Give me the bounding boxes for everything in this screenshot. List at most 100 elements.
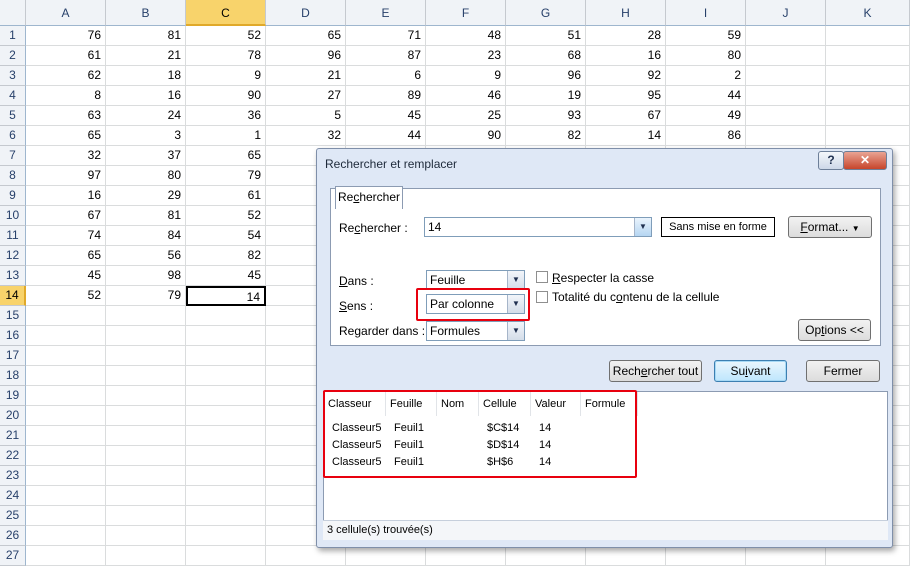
cell-a21[interactable] xyxy=(26,426,106,446)
cell-b7[interactable]: 37 xyxy=(106,146,186,166)
tab-find[interactable]: Rechercher xyxy=(335,186,403,209)
cell-c8[interactable]: 79 xyxy=(186,166,266,186)
cell-a22[interactable] xyxy=(26,446,106,466)
column-header-j[interactable]: J xyxy=(746,0,826,26)
cell-c6[interactable]: 1 xyxy=(186,126,266,146)
cell-b14[interactable]: 79 xyxy=(106,286,186,306)
cell-g5[interactable]: 93 xyxy=(506,106,586,126)
cell-a11[interactable]: 74 xyxy=(26,226,106,246)
cell-g1[interactable]: 51 xyxy=(506,26,586,46)
cell-g27[interactable] xyxy=(506,546,586,566)
cell-a5[interactable]: 63 xyxy=(26,106,106,126)
find-next-button[interactable]: Suivant xyxy=(714,360,787,382)
cell-a6[interactable]: 65 xyxy=(26,126,106,146)
row-header-23[interactable]: 23 xyxy=(0,466,26,486)
lookin-select[interactable]: Formules ▼ xyxy=(426,321,525,341)
cell-e6[interactable]: 44 xyxy=(346,126,426,146)
column-header-a[interactable]: A xyxy=(26,0,106,26)
column-header-b[interactable]: B xyxy=(106,0,186,26)
cell-a8[interactable]: 97 xyxy=(26,166,106,186)
cell-c9[interactable]: 61 xyxy=(186,186,266,206)
cell-f5[interactable]: 25 xyxy=(426,106,506,126)
cell-d5[interactable]: 5 xyxy=(266,106,346,126)
cell-h1[interactable]: 28 xyxy=(586,26,666,46)
cell-b24[interactable] xyxy=(106,486,186,506)
cell-b8[interactable]: 80 xyxy=(106,166,186,186)
cell-i1[interactable]: 59 xyxy=(666,26,746,46)
find-all-button[interactable]: Rechercher tout xyxy=(609,360,702,382)
row-header-6[interactable]: 6 xyxy=(0,126,26,146)
cell-d4[interactable]: 27 xyxy=(266,86,346,106)
cell-i2[interactable]: 80 xyxy=(666,46,746,66)
cell-b23[interactable] xyxy=(106,466,186,486)
cell-a26[interactable] xyxy=(26,526,106,546)
cell-a20[interactable] xyxy=(26,406,106,426)
match-entire-checkbox[interactable] xyxy=(536,291,548,303)
cell-e2[interactable]: 87 xyxy=(346,46,426,66)
cell-b3[interactable]: 18 xyxy=(106,66,186,86)
cell-c3[interactable]: 9 xyxy=(186,66,266,86)
cell-d1[interactable]: 65 xyxy=(266,26,346,46)
row-header-2[interactable]: 2 xyxy=(0,46,26,66)
cell-c19[interactable] xyxy=(186,386,266,406)
column-header-e[interactable]: E xyxy=(346,0,426,26)
cell-b27[interactable] xyxy=(106,546,186,566)
cell-a23[interactable] xyxy=(26,466,106,486)
cell-c27[interactable] xyxy=(186,546,266,566)
cell-i27[interactable] xyxy=(666,546,746,566)
cell-k4[interactable] xyxy=(826,86,910,106)
cell-a13[interactable]: 45 xyxy=(26,266,106,286)
cell-a2[interactable]: 61 xyxy=(26,46,106,66)
cell-e3[interactable]: 6 xyxy=(346,66,426,86)
cell-b16[interactable] xyxy=(106,326,186,346)
cell-d3[interactable]: 21 xyxy=(266,66,346,86)
cell-c14[interactable]: 14 xyxy=(186,286,266,306)
cell-a12[interactable]: 65 xyxy=(26,246,106,266)
cell-c5[interactable]: 36 xyxy=(186,106,266,126)
options-button[interactable]: Options << xyxy=(798,319,871,341)
cell-d2[interactable]: 96 xyxy=(266,46,346,66)
row-header-16[interactable]: 16 xyxy=(0,326,26,346)
cell-j5[interactable] xyxy=(746,106,826,126)
cell-f27[interactable] xyxy=(426,546,506,566)
cell-c11[interactable]: 54 xyxy=(186,226,266,246)
cell-a1[interactable]: 76 xyxy=(26,26,106,46)
row-header-14[interactable]: 14 xyxy=(0,286,26,306)
cell-c18[interactable] xyxy=(186,366,266,386)
cell-c13[interactable]: 45 xyxy=(186,266,266,286)
cell-i5[interactable]: 49 xyxy=(666,106,746,126)
cell-h3[interactable]: 92 xyxy=(586,66,666,86)
cell-d27[interactable] xyxy=(266,546,346,566)
cell-d6[interactable]: 32 xyxy=(266,126,346,146)
row-header-10[interactable]: 10 xyxy=(0,206,26,226)
cell-f3[interactable]: 9 xyxy=(426,66,506,86)
row-header-9[interactable]: 9 xyxy=(0,186,26,206)
row-header-21[interactable]: 21 xyxy=(0,426,26,446)
cell-h27[interactable] xyxy=(586,546,666,566)
row-header-19[interactable]: 19 xyxy=(0,386,26,406)
cell-f1[interactable]: 48 xyxy=(426,26,506,46)
cell-c12[interactable]: 82 xyxy=(186,246,266,266)
cell-f2[interactable]: 23 xyxy=(426,46,506,66)
cell-a25[interactable] xyxy=(26,506,106,526)
row-header-5[interactable]: 5 xyxy=(0,106,26,126)
column-header-i[interactable]: I xyxy=(666,0,746,26)
cell-b19[interactable] xyxy=(106,386,186,406)
chevron-down-icon[interactable]: ▼ xyxy=(507,322,524,340)
row-header-3[interactable]: 3 xyxy=(0,66,26,86)
cell-j4[interactable] xyxy=(746,86,826,106)
column-header-k[interactable]: K xyxy=(826,0,910,26)
cell-c4[interactable]: 90 xyxy=(186,86,266,106)
cell-c22[interactable] xyxy=(186,446,266,466)
cell-c7[interactable]: 65 xyxy=(186,146,266,166)
cell-b4[interactable]: 16 xyxy=(106,86,186,106)
cell-h2[interactable]: 16 xyxy=(586,46,666,66)
cell-b2[interactable]: 21 xyxy=(106,46,186,66)
cell-a10[interactable]: 67 xyxy=(26,206,106,226)
cell-f6[interactable]: 90 xyxy=(426,126,506,146)
cell-b1[interactable]: 81 xyxy=(106,26,186,46)
cell-b5[interactable]: 24 xyxy=(106,106,186,126)
cell-c25[interactable] xyxy=(186,506,266,526)
cell-i4[interactable]: 44 xyxy=(666,86,746,106)
cell-b21[interactable] xyxy=(106,426,186,446)
